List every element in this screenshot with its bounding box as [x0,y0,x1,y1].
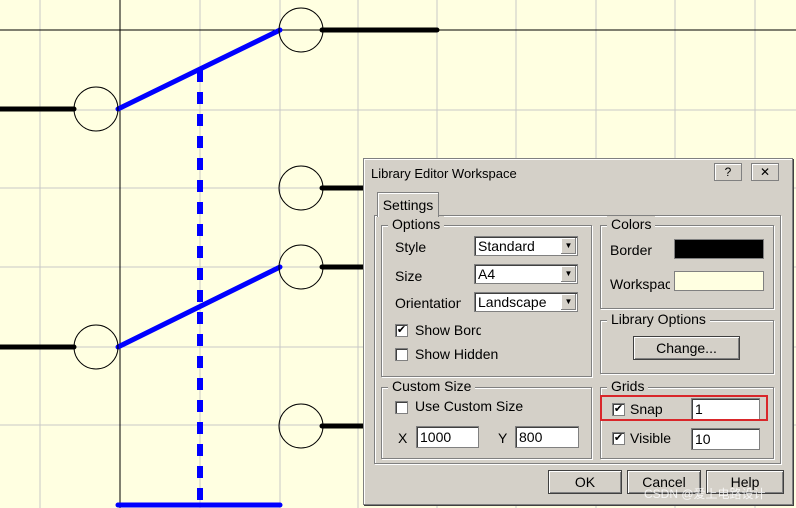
border-color-swatch[interactable] [674,239,764,259]
x-label: X [398,430,408,446]
visible-grid-input[interactable]: 10 [691,428,760,450]
use-custom-size-checkbox[interactable] [395,401,408,414]
dropdown-arrow-icon[interactable]: ▼ [561,238,576,254]
dialog-titlebar[interactable]: Library Editor Workspace ? ✕ [365,160,791,186]
options-group-label: Options [388,216,445,232]
snap-highlight-box [600,395,768,421]
change-button[interactable]: Change... [633,336,740,360]
colors-group-label: Colors [607,216,656,232]
tab-settings[interactable]: Settings [377,192,439,217]
close-icon[interactable]: ✕ [751,163,779,181]
colors-group: Colors Border Workspac [600,216,774,309]
orientation-select[interactable]: Landscape ▼ [474,292,578,312]
dropdown-arrow-icon[interactable]: ▼ [561,266,576,282]
show-border-label[interactable]: Show Bord [415,322,481,338]
options-group: Options Style Standard ▼ Size A4 ▼ Orien… [381,216,592,377]
size-select-value: A4 [478,266,496,282]
show-border-checkbox[interactable]: ✔ [395,324,408,337]
library-options-group-label: Library Options [607,311,710,327]
style-label: Style [395,239,427,255]
watermark: CSDN @爱上电路设计 [644,487,766,501]
y-label: Y [498,430,508,446]
ok-button[interactable]: OK [548,470,622,494]
show-hidden-checkbox[interactable] [395,348,408,361]
border-color-label: Border [610,242,653,258]
visible-grid-label[interactable]: Visible [630,430,671,446]
custom-size-group-label: Custom Size [388,378,476,394]
style-select-value: Standard [478,238,535,254]
custom-size-group: Custom Size Use Custom Size X 1000 Y 800 [381,378,592,459]
library-options-group: Library Options Change... [600,311,774,374]
library-editor-workspace-dialog: Library Editor Workspace ? ✕ Settings Op… [363,158,793,505]
show-hidden-label[interactable]: Show Hidden [415,346,498,362]
x-input[interactable]: 1000 [416,426,479,448]
visible-grid-checkbox[interactable]: ✔ [612,432,625,445]
size-select[interactable]: A4 ▼ [474,264,578,284]
grids-group-label: Grids [607,378,649,394]
style-select[interactable]: Standard ▼ [474,236,578,256]
orientation-select-value: Landscape [478,294,547,310]
orientation-label: Orientation [395,295,461,311]
dialog-title: Library Editor Workspace [371,166,517,181]
dropdown-arrow-icon[interactable]: ▼ [561,294,576,310]
workspace-color-swatch[interactable] [674,271,764,291]
use-custom-size-label[interactable]: Use Custom Size [415,398,523,414]
workspace-color-label: Workspac [610,276,670,292]
size-label: Size [395,268,423,284]
help-icon[interactable]: ? [714,163,742,181]
y-input[interactable]: 800 [515,426,579,448]
